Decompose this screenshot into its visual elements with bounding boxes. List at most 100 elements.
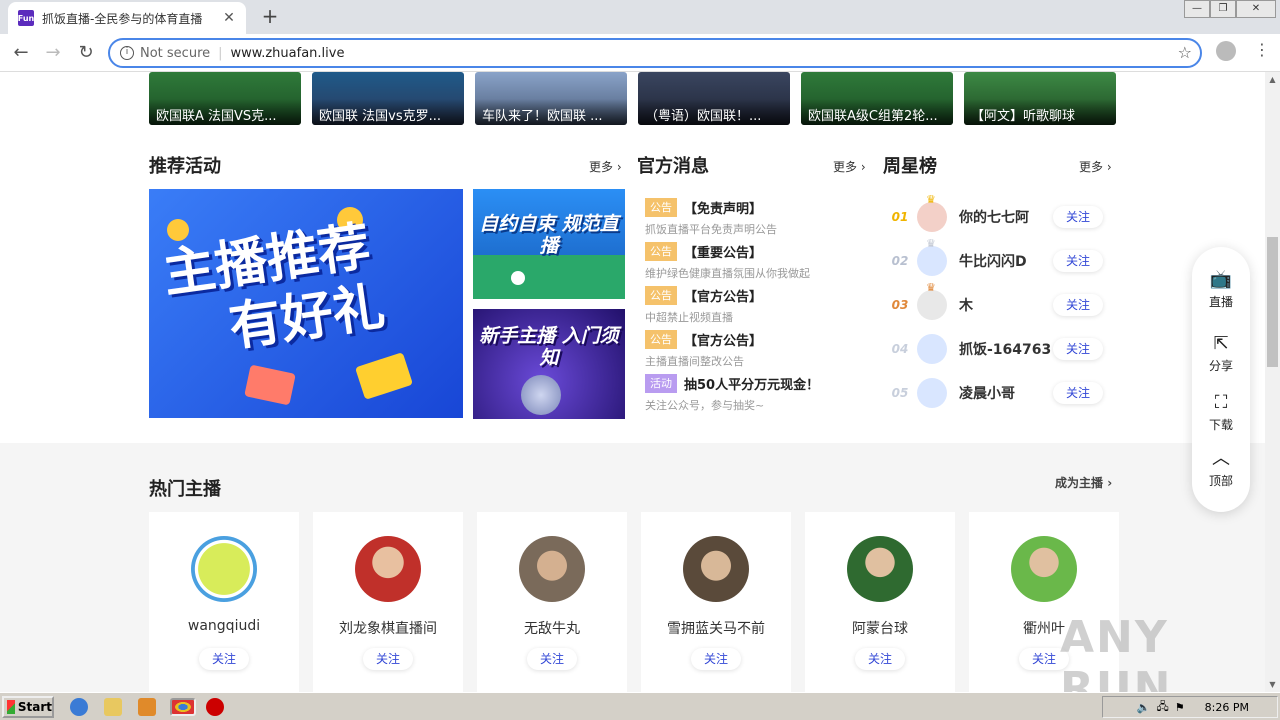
avatar[interactable]: ♛ — [917, 237, 947, 276]
avatar[interactable]: ♛ — [917, 281, 947, 320]
back-to-top-button[interactable]: ︿ 顶部 — [1192, 448, 1250, 489]
separator: | — [218, 45, 223, 61]
notice-item[interactable]: 公告 【免责声明】 抓饭直播平台免责声明公告 — [645, 197, 865, 237]
chevron-right-icon: › — [1107, 476, 1113, 490]
close-tab-icon[interactable]: ✕ — [222, 10, 236, 26]
anchor-card[interactable]: wangqiudi 关注 — [149, 512, 299, 692]
anchor-card[interactable]: 阿蒙台球 关注 — [805, 512, 955, 692]
star-name[interactable]: 凌晨小哥 — [959, 383, 1053, 403]
new-tab-button[interactable]: + — [258, 4, 282, 28]
download-button[interactable]: ⛶ 下载 — [1192, 392, 1250, 433]
folder-icon[interactable] — [104, 698, 122, 716]
ie-icon[interactable] — [70, 698, 88, 716]
page-viewport: 欧国联A 法国VS克... 欧国联 法国vs克罗... 车队来了！欧国联 ...… — [0, 72, 1265, 692]
not-secure-label: Not secure — [140, 45, 211, 61]
notice-tag: 活动 — [645, 373, 677, 393]
hot-anchors-title: 热门主播 — [149, 479, 221, 500]
network-icon[interactable]: 🖧 — [1157, 698, 1169, 717]
minimize-button[interactable]: — — [1184, 0, 1210, 18]
follow-button[interactable]: 关注 — [527, 648, 577, 670]
scroll-up-arrow-icon[interactable]: ▲ — [1265, 72, 1280, 87]
avatar — [191, 536, 257, 602]
star-name[interactable]: 抓饭-164763 — [959, 339, 1053, 359]
share-button[interactable]: ⇱ 分享 — [1192, 333, 1250, 374]
forward-arrow-icon[interactable]: → — [40, 40, 66, 66]
follow-button[interactable]: 关注 — [855, 648, 905, 670]
anchor-card[interactable]: 雪拥蓝关马不前 关注 — [641, 512, 791, 692]
anchor-recommend-banner[interactable]: 主播推荐 有好礼 — [149, 189, 463, 418]
speaker-icon[interactable]: 🔈 — [1137, 701, 1151, 714]
follow-button[interactable]: 关注 — [1053, 382, 1103, 404]
video-card[interactable]: （粤语）欧国联！... — [638, 72, 790, 125]
bookmark-star-icon[interactable]: ☆ — [1178, 43, 1192, 62]
anchor-name: 无敌牛丸 — [524, 621, 580, 637]
clock[interactable]: 8:26 PM — [1205, 701, 1249, 714]
chevron-right-icon: › — [616, 160, 622, 174]
profile-avatar-icon[interactable] — [1216, 41, 1236, 61]
notice-item[interactable]: 公告 【官方公告】 主播直播间整改公告 — [645, 329, 865, 369]
follow-button[interactable]: 关注 — [199, 648, 249, 670]
notice-subtitle: 抓饭直播平台免责声明公告 — [645, 223, 777, 236]
info-icon[interactable]: i — [120, 46, 134, 60]
back-arrow-icon[interactable]: ← — [8, 40, 34, 66]
weekly-more-link[interactable]: 更多 › — [1079, 158, 1112, 175]
video-caption: 【阿文】听歌聊球 — [964, 99, 1116, 125]
live-button[interactable]: 📺 直播 — [1192, 269, 1250, 310]
activities-more-link[interactable]: 更多 › — [589, 158, 622, 175]
page-scrollbar[interactable]: ▲ ▼ — [1265, 72, 1280, 692]
address-bar[interactable]: i Not secure | www.zhuafan.live ☆ — [108, 38, 1202, 68]
flag-icon[interactable]: ⚑ — [1175, 701, 1185, 714]
browser-menu-icon[interactable]: ⋮ — [1254, 40, 1270, 59]
avatar[interactable] — [917, 378, 947, 408]
notice-item[interactable]: 活动 抽50人平分万元现金！ 关注公众号，参与抽奖~ — [645, 373, 865, 413]
avatar[interactable] — [917, 334, 947, 364]
rank-number: 02 — [891, 254, 909, 268]
video-card[interactable]: 欧国联A级C组第2轮... — [801, 72, 953, 125]
follow-button[interactable]: 关注 — [1053, 250, 1103, 272]
follow-button[interactable]: 关注 — [1053, 206, 1103, 228]
video-card[interactable]: 欧国联 法国vs克罗... — [312, 72, 464, 125]
anchor-card[interactable]: 无敌牛丸 关注 — [477, 512, 627, 692]
newbie-banner[interactable]: 新手主播 入门须知 — [473, 309, 625, 419]
rules-banner[interactable]: 自约自束 规范直播 — [473, 189, 625, 299]
scroll-thumb[interactable] — [1267, 237, 1278, 367]
follow-button[interactable]: 关注 — [363, 648, 413, 670]
weekly-title: 周星榜 — [883, 156, 937, 177]
video-card[interactable]: 【阿文】听歌聊球 — [964, 72, 1116, 125]
notice-subtitle: 关注公众号，参与抽奖~ — [645, 399, 765, 412]
follow-button[interactable]: 关注 — [1053, 338, 1103, 360]
media-player-icon[interactable] — [138, 698, 156, 716]
video-card[interactable]: 车队来了！欧国联 ... — [475, 72, 627, 125]
chevron-right-icon: › — [1106, 160, 1112, 174]
follow-button[interactable]: 关注 — [691, 648, 741, 670]
notice-item[interactable]: 公告 【重要公告】 维护绿色健康直播氛围从你我做起 — [645, 241, 865, 281]
follow-button[interactable]: 关注 — [1053, 294, 1103, 316]
avira-icon[interactable] — [206, 698, 224, 716]
more-label: 更多 — [1079, 160, 1104, 174]
notice-tag: 公告 — [645, 241, 677, 261]
star-name[interactable]: 木 — [959, 295, 1053, 315]
avatar — [355, 536, 421, 602]
video-card[interactable]: 欧国联A 法国VS克... — [149, 72, 301, 125]
reload-icon[interactable]: ↻ — [73, 40, 99, 66]
official-more-link[interactable]: 更多 › — [833, 158, 866, 175]
more-label: 更多 — [833, 160, 858, 174]
star-name[interactable]: 你的七七阿 — [959, 207, 1053, 227]
close-window-button[interactable]: ✕ — [1236, 0, 1276, 18]
avatar[interactable]: ♛ — [917, 193, 947, 232]
start-button[interactable]: Start — [2, 696, 54, 718]
scroll-down-arrow-icon[interactable]: ▼ — [1265, 677, 1280, 692]
site-favicon-icon: Fun — [18, 10, 34, 26]
url-text[interactable]: www.zhuafan.live — [231, 46, 345, 61]
chrome-icon[interactable] — [170, 698, 196, 716]
become-anchor-link[interactable]: 成为主播 › — [1055, 474, 1112, 491]
star-name[interactable]: 牛比闪闪D — [959, 251, 1053, 271]
notice-title: 【重要公告】 — [684, 245, 763, 261]
live-label: 直播 — [1208, 295, 1233, 309]
tab-strip: Fun 抓饭直播-全民参与的体育直播 ✕ + — ❐ ✕ — [0, 0, 1280, 34]
restore-button[interactable]: ❐ — [1210, 0, 1236, 18]
anchor-card[interactable]: 刘龙象棋直播间 关注 — [313, 512, 463, 692]
browser-tab[interactable]: Fun 抓饭直播-全民参与的体育直播 ✕ — [8, 2, 246, 34]
notice-item[interactable]: 公告 【官方公告】 中超禁止视频直播 — [645, 285, 865, 325]
taskbar: Start 🔈 🖧 ⚑ 8:26 PM — [0, 692, 1280, 720]
